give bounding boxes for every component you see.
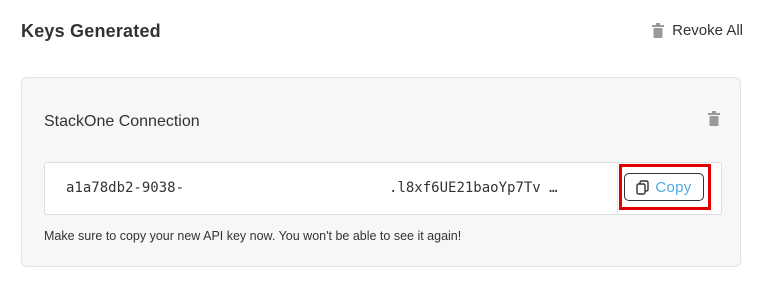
trash-icon [652, 23, 665, 38]
copy-warning-text: Make sure to copy your new API key now. … [44, 229, 462, 243]
copy-label: Copy [655, 178, 692, 196]
connection-name: StackOne Connection [44, 113, 200, 130]
revoke-all-label: Revoke All [672, 22, 743, 39]
api-key-redacted [184, 180, 389, 196]
page-title: Keys Generated [21, 21, 161, 41]
api-key-field: a1a78db2-9038- .l8xf6UE21baoYp7Tv … Copy [44, 162, 722, 215]
copy-icon [636, 179, 650, 195]
api-key-suffix: .l8xf6UE21baoYp7Tv … [389, 180, 558, 196]
copy-button[interactable]: Copy [624, 173, 704, 201]
connection-card: StackOne Connection a1a78db2-9038- .l8xf… [21, 77, 741, 267]
api-key-prefix: a1a78db2-9038- [66, 180, 185, 196]
api-key-text: a1a78db2-9038- .l8xf6UE21baoYp7Tv … [66, 180, 558, 196]
trash-icon [708, 111, 720, 130]
delete-connection-button[interactable] [708, 111, 720, 131]
revoke-all-button[interactable]: Revoke All [652, 22, 743, 39]
divider [617, 163, 618, 214]
